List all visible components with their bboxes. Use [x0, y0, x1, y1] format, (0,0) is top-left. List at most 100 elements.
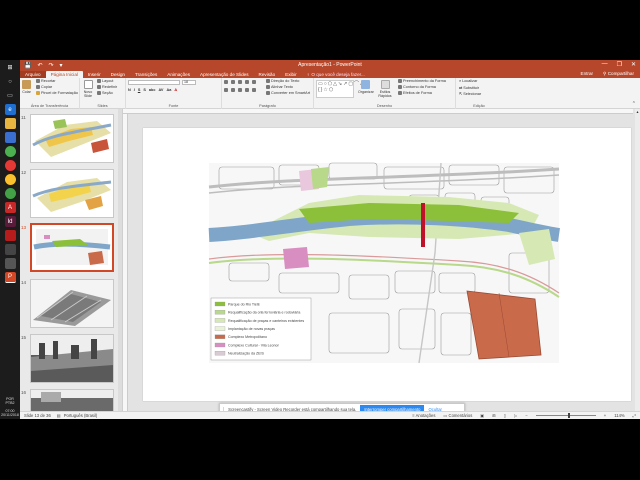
align-center-icon[interactable]	[231, 88, 235, 92]
folder-icon[interactable]	[4, 118, 16, 129]
tray-date[interactable]: 20/11/2018	[0, 413, 20, 417]
acrobat-icon[interactable]: A	[4, 202, 16, 213]
customize-icon[interactable]: ▾	[60, 62, 63, 69]
chrome-icon[interactable]	[4, 188, 16, 199]
justify-icon[interactable]	[245, 88, 249, 92]
shape-fill-button[interactable]: Preenchimento da Forma	[398, 79, 446, 83]
slide-thumbnail[interactable]	[30, 114, 114, 163]
layout-button[interactable]: Layout	[97, 79, 113, 83]
slide-thumbnail[interactable]	[30, 334, 114, 383]
fit-slide-icon[interactable]: ⤢	[633, 413, 636, 418]
chrome-icon[interactable]	[4, 174, 16, 185]
undo-icon[interactable]: ↶	[37, 62, 42, 69]
tab-view[interactable]: Exibir	[280, 71, 302, 78]
scroll-up-icon[interactable]: ▴	[635, 109, 640, 114]
underline-button[interactable]: S	[138, 88, 141, 92]
select-button[interactable]: ⇱ Selecionar	[459, 91, 481, 97]
text-direction-button[interactable]: Direção do Texto	[266, 79, 299, 83]
case-button[interactable]: Aa	[166, 88, 171, 92]
numbering-icon[interactable]	[231, 80, 235, 84]
bullets-icon[interactable]	[224, 80, 228, 84]
align-left-icon[interactable]	[224, 88, 228, 92]
tell-me-input[interactable]: ♀ O que você deseja fazer...	[302, 71, 370, 78]
zoom-level[interactable]: 114%	[614, 413, 624, 418]
spacing-button[interactable]: AV	[158, 88, 163, 92]
zoom-in-button[interactable]: +	[604, 413, 606, 418]
tab-review[interactable]: Revisão	[254, 71, 281, 78]
reading-view-icon[interactable]: ▯	[504, 413, 506, 418]
edge-icon[interactable]: e	[4, 104, 16, 115]
indesign-icon[interactable]: Id	[4, 216, 16, 227]
font-size-combo[interactable]: 18	[182, 80, 196, 85]
smartart-button[interactable]: Converter em SmartArt	[266, 91, 310, 95]
slide-thumbnail[interactable]	[30, 169, 114, 218]
new-slide-button[interactable]: Novo Slide	[82, 80, 94, 98]
bold-button[interactable]: N	[128, 88, 131, 92]
collapse-ribbon-icon[interactable]: ⌃	[632, 101, 636, 107]
slide-canvas[interactable]: Parque do Rio Tietê Requalificação da orl…	[143, 128, 631, 401]
task-view-icon[interactable]: ▭	[5, 90, 16, 101]
minimize-button[interactable]: —	[602, 61, 608, 68]
slide-thumbnail[interactable]	[30, 279, 114, 328]
tab-insert[interactable]: Inserir	[83, 71, 106, 78]
font-name-combo[interactable]	[128, 80, 180, 85]
replace-button[interactable]: ⇄ Substituir	[459, 85, 479, 91]
tab-animations[interactable]: Animações	[162, 71, 195, 78]
align-text-button[interactable]: Alinhar Texto	[266, 85, 293, 89]
tray-layout[interactable]: PTB2	[0, 401, 20, 405]
zoom-out-button[interactable]: −	[525, 413, 527, 418]
save-icon[interactable]: 💾	[24, 62, 31, 69]
arrange-button[interactable]: Organizar	[358, 80, 374, 94]
align-right-icon[interactable]	[238, 88, 242, 92]
redo-icon[interactable]: ↷	[49, 62, 54, 69]
chrome-icon[interactable]	[4, 146, 16, 157]
indent-decrease-icon[interactable]	[238, 80, 242, 84]
copy-button[interactable]: Copiar	[36, 85, 52, 89]
quick-styles-button[interactable]: Estilos Rápidos	[376, 80, 394, 98]
store-icon[interactable]	[4, 132, 16, 143]
section-button[interactable]: Seção	[97, 91, 113, 95]
shadow-button[interactable]: S	[143, 88, 146, 92]
strikethrough-button[interactable]: abc	[149, 88, 156, 92]
folder-icon[interactable]	[4, 258, 16, 269]
sketchup-icon[interactable]	[4, 230, 16, 241]
shape-effects-button[interactable]: Efeitos de Forma	[398, 91, 432, 95]
tab-file[interactable]: Arquivo	[20, 71, 46, 78]
shape-outline-button[interactable]: Contorno da Forma	[398, 85, 436, 89]
italic-button[interactable]: I	[134, 88, 135, 92]
tab-home[interactable]: Página Inicial	[45, 71, 83, 78]
maximize-button[interactable]: ❐	[617, 61, 622, 68]
normal-view-icon[interactable]: ▣	[480, 413, 484, 418]
paste-button[interactable]: Colar	[22, 80, 31, 94]
sign-in-link[interactable]: Entrar	[581, 71, 594, 77]
reset-button[interactable]: Redefinir	[97, 85, 117, 89]
zoom-slider[interactable]	[535, 413, 596, 418]
cut-button[interactable]: Recortar	[36, 79, 56, 83]
columns-icon[interactable]	[252, 88, 256, 92]
editor-scrollbar[interactable]	[635, 109, 640, 411]
close-button[interactable]: ✕	[631, 61, 636, 68]
sorter-view-icon[interactable]: ⊞	[492, 413, 496, 418]
zoom-slider-knob[interactable]	[567, 413, 570, 418]
tab-slideshow[interactable]: Apresentação de Slides	[195, 71, 254, 78]
line-spacing-icon[interactable]	[252, 80, 256, 84]
app-icon[interactable]	[4, 244, 16, 255]
spellcheck-icon[interactable]: ▤	[57, 413, 61, 418]
search-icon[interactable]: ○	[5, 76, 16, 87]
tab-transitions[interactable]: Transições	[130, 71, 162, 78]
font-color-button[interactable]: A	[174, 88, 177, 92]
powerpoint-icon[interactable]: P	[4, 272, 16, 283]
format-painter-button[interactable]: Pincel de Formatação	[36, 91, 78, 95]
share-button[interactable]: ⚲ Compartilhar	[603, 71, 634, 77]
comments-button[interactable]: ▭ Comentários	[443, 413, 472, 418]
slide-thumbnail[interactable]	[30, 389, 114, 411]
find-button[interactable]: ⌕ Localizar	[459, 79, 477, 83]
indent-increase-icon[interactable]	[245, 80, 249, 84]
start-icon[interactable]: ⊞	[5, 62, 16, 73]
language-status[interactable]: Português (Brasil)	[64, 413, 98, 418]
slideshow-view-icon[interactable]: ▷	[514, 413, 517, 418]
shapes-gallery[interactable]: ▭○⬠△↘↗▢⌒⌓⟨⟩{}☆⬡	[316, 80, 370, 98]
tab-design[interactable]: Design	[106, 71, 130, 78]
chrome-icon[interactable]	[4, 160, 16, 171]
slide-thumbnail-selected[interactable]	[30, 223, 114, 272]
